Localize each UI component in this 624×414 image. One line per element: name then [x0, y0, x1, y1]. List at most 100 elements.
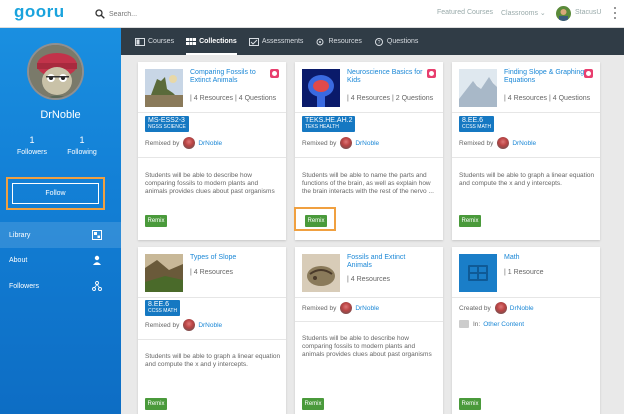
- author-avatar[interactable]: [494, 302, 507, 314]
- remix-button[interactable]: Remix: [302, 398, 324, 410]
- author-avatar[interactable]: [340, 302, 353, 314]
- profile-sidebar: DrNoble 1 Followers 1 Following Follow L…: [0, 28, 121, 414]
- standard-framework: NGSS SCIENCE: [148, 124, 186, 130]
- author-avatar[interactable]: [183, 137, 196, 149]
- by-label: Remixed by: [302, 304, 337, 312]
- remixed-by-row: Remixed by DrNoble: [459, 137, 536, 149]
- remix-button[interactable]: Remix: [459, 215, 481, 227]
- standard-tag[interactable]: TEKS.HE.AH.2 TEKS HEALTH: [302, 116, 356, 132]
- follow-highlight: Follow: [6, 177, 105, 210]
- tab-label: Assessments: [261, 38, 304, 45]
- user-avatar[interactable]: [556, 6, 571, 21]
- collection-meta: | 4 Resources: [347, 276, 391, 283]
- sidebar-item-label: Followers: [9, 282, 39, 290]
- classrooms-label: Classrooms: [501, 10, 538, 17]
- other-content-link[interactable]: Other Content: [483, 321, 524, 328]
- chevron-down-icon: ⌄: [539, 10, 546, 17]
- top-nav: gooru Featured Courses Classrooms ⌄ Stac…: [0, 0, 624, 28]
- profile-avatar: [27, 43, 84, 100]
- classrooms-menu[interactable]: Classrooms ⌄: [501, 9, 546, 17]
- featured-badge-icon: [584, 69, 593, 78]
- collection-title[interactable]: Comparing Fossils to Extinct Animals: [190, 69, 272, 85]
- collection-title[interactable]: Fossils and Extinct Animals: [347, 254, 429, 270]
- author-name[interactable]: DrNoble: [512, 140, 536, 147]
- featured-courses-link[interactable]: Featured Courses: [437, 9, 493, 16]
- standard-code: MS-ESS2-3: [148, 117, 185, 124]
- by-label: Remixed by: [145, 321, 180, 329]
- user-name[interactable]: StacusU: [575, 9, 601, 16]
- collection-card[interactable]: Types of Slope | 4 Resources 8.EE.6 CCSS…: [138, 247, 286, 414]
- questions-icon: ?: [374, 37, 383, 46]
- collection-meta: | 4 Resources: [190, 269, 234, 276]
- standard-tag[interactable]: 8.EE.6 CCSS MATH: [145, 300, 181, 316]
- sidebar-item-label: About: [9, 256, 28, 264]
- follow-button[interactable]: Follow: [12, 183, 99, 204]
- remix-button[interactable]: Remix: [459, 398, 481, 410]
- featured-badge-icon: [427, 69, 436, 78]
- collection-meta: | 4 Resources | 4 Questions: [504, 95, 591, 102]
- tab-assessments[interactable]: Assessments: [248, 28, 304, 55]
- kebab-menu-icon[interactable]: [613, 7, 617, 19]
- tab-courses[interactable]: Courses: [135, 28, 174, 55]
- standard-tag[interactable]: 8.EE.6 CCSS MATH: [459, 116, 495, 132]
- tab-label: Resources: [328, 38, 362, 45]
- author-avatar[interactable]: [183, 319, 196, 331]
- sidebar-item-about[interactable]: About: [0, 247, 121, 273]
- divider: [138, 297, 286, 298]
- collection-card[interactable]: Math | 1 Resource Created by DrNoble In:…: [452, 247, 600, 414]
- standard-framework: CCSS MATH: [462, 124, 492, 130]
- collection-thumbnail[interactable]: [302, 254, 340, 292]
- collection-description: Students will be able to describe how co…: [145, 172, 275, 195]
- collection-description: Students will be able to graph a linear …: [459, 172, 595, 187]
- by-label: Remixed by: [459, 139, 494, 147]
- standard-code: TEKS.HE.AH.2: [305, 117, 353, 124]
- author-name[interactable]: DrNoble: [198, 140, 222, 147]
- standard-code: 8.EE.6: [462, 117, 484, 124]
- collection-thumbnail[interactable]: [302, 69, 340, 107]
- remixed-by-row: Remixed by DrNoble: [145, 137, 222, 149]
- sidebar-item-library[interactable]: Library: [0, 222, 121, 248]
- collection-title[interactable]: Finding Slope & Graphing Equations: [504, 69, 586, 85]
- divider: [138, 157, 286, 158]
- collection-meta: | 1 Resource: [504, 269, 544, 276]
- author-name[interactable]: DrNoble: [198, 322, 222, 329]
- divider: [138, 112, 286, 113]
- collection-card[interactable]: Finding Slope & Graphing Equations | 4 R…: [452, 62, 600, 240]
- tab-questions[interactable]: ? Questions: [374, 28, 418, 55]
- tab-label: Courses: [148, 38, 175, 45]
- sidebar-item-followers[interactable]: Followers: [0, 273, 121, 299]
- collection-thumbnail[interactable]: [459, 69, 497, 107]
- by-label: Remixed by: [302, 139, 337, 147]
- tab-collections[interactable]: Collections: [186, 28, 237, 55]
- collection-title[interactable]: Neuroscience Basics for Kids: [347, 69, 429, 85]
- author-name[interactable]: DrNoble: [355, 305, 379, 312]
- collection-thumbnail[interactable]: [459, 254, 497, 292]
- author-name[interactable]: DrNoble: [355, 140, 379, 147]
- following-count: 1: [79, 135, 85, 145]
- standard-tag[interactable]: MS-ESS2-3 NGSS SCIENCE: [145, 116, 189, 132]
- collection-card[interactable]: Fossils and Extinct Animals | 4 Resource…: [295, 247, 443, 414]
- collection-thumbnail[interactable]: [145, 254, 183, 292]
- remix-button[interactable]: Remix: [145, 398, 167, 410]
- search-bar[interactable]: [95, 8, 235, 20]
- author-avatar[interactable]: [340, 137, 353, 149]
- collection-description: Students will be able to name the parts …: [302, 172, 434, 195]
- standard-framework: TEKS HEALTH: [305, 124, 339, 130]
- author-name[interactable]: DrNoble: [510, 305, 534, 312]
- search-icon[interactable]: [95, 9, 105, 19]
- following-stat[interactable]: 1 Following: [52, 135, 112, 156]
- collection-title[interactable]: Types of Slope: [190, 254, 272, 262]
- tab-resources[interactable]: Resources: [315, 28, 362, 55]
- collection-thumbnail[interactable]: [145, 69, 183, 107]
- divider: [295, 297, 443, 298]
- collection-card[interactable]: Comparing Fossils to Extinct Animals | 4…: [138, 62, 286, 240]
- network-icon: [92, 281, 102, 291]
- collection-title[interactable]: Math: [504, 254, 586, 262]
- divider: [295, 157, 443, 158]
- following-label: Following: [67, 149, 97, 156]
- search-input[interactable]: [109, 10, 219, 18]
- remix-button[interactable]: Remix: [145, 215, 167, 227]
- author-avatar[interactable]: [497, 137, 510, 149]
- resources-icon: [316, 38, 324, 45]
- gooru-logo[interactable]: gooru: [14, 2, 65, 22]
